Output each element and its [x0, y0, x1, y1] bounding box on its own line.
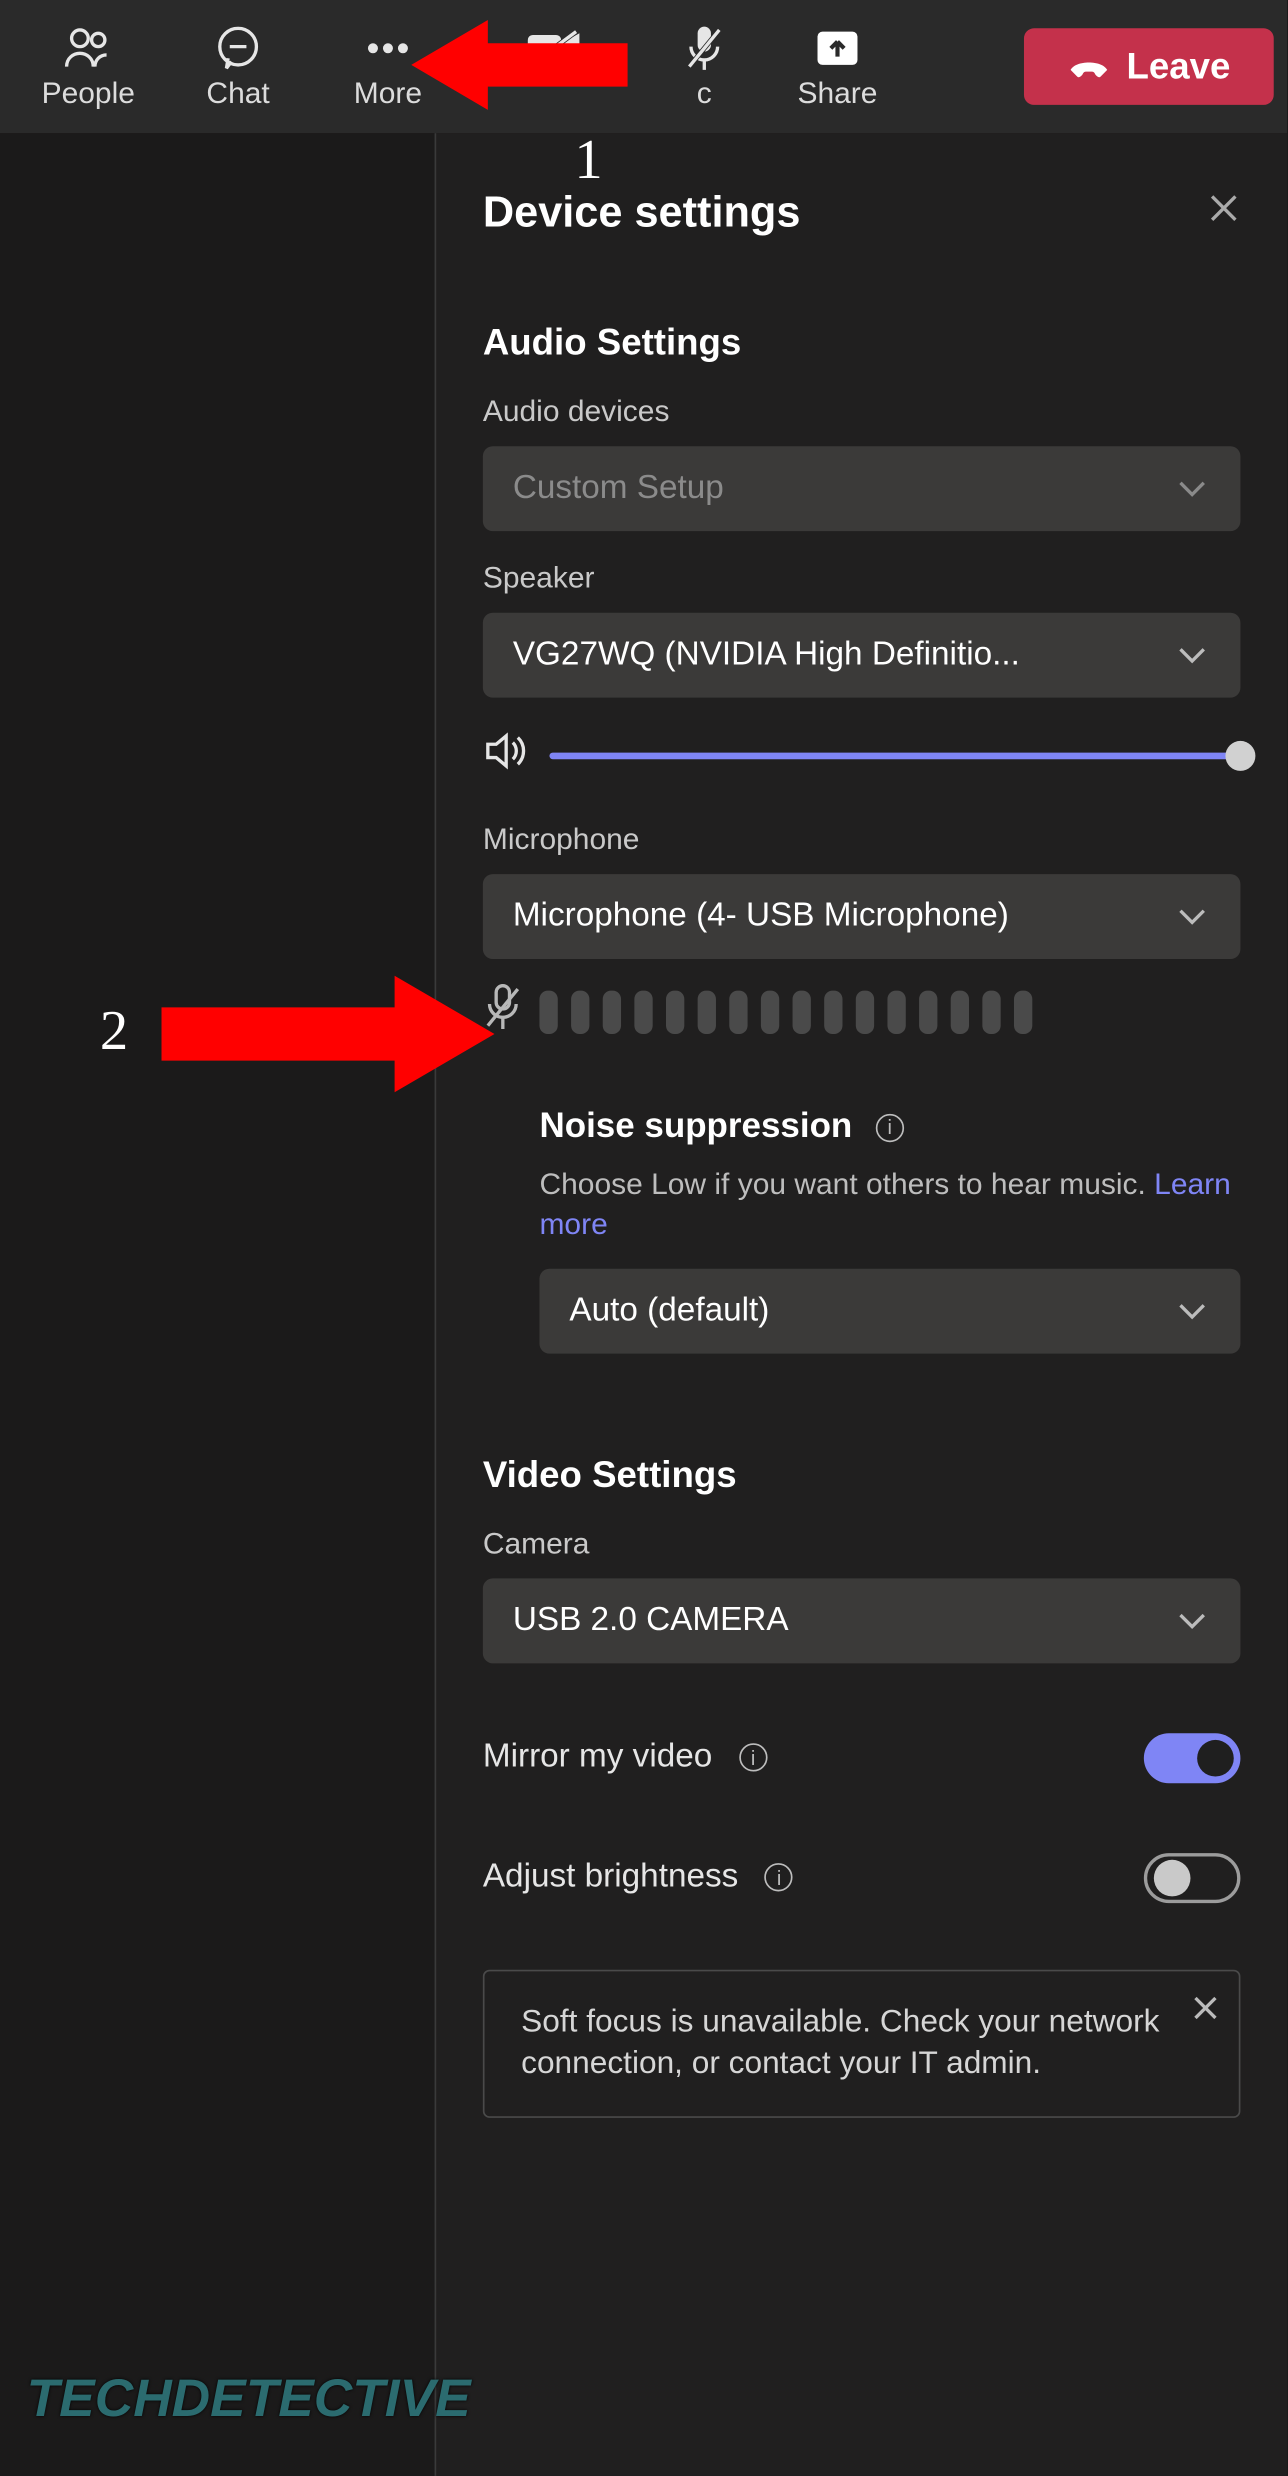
annotation-label-1: 1	[574, 130, 602, 193]
microphone-value: Microphone (4- USB Microphone)	[513, 897, 1009, 935]
people-icon	[63, 22, 113, 72]
share-label: Share	[797, 76, 877, 111]
meeting-top-toolbar: People Chat More	[0, 0, 1287, 133]
close-panel-button[interactable]	[1207, 191, 1240, 234]
camera-dropdown[interactable]: USB 2.0 CAMERA	[483, 1578, 1241, 1663]
mic-off-icon	[686, 22, 723, 72]
share-icon	[814, 22, 861, 72]
adjust-brightness-label: Adjust brightness	[483, 1858, 738, 1896]
leave-button[interactable]: Leave	[1023, 28, 1273, 105]
microphone-label: Microphone	[483, 823, 1241, 858]
watermark: TECHDETECTIVE	[27, 2368, 471, 2430]
mic-toggle-button[interactable]: c	[646, 22, 763, 110]
chevron-down-icon	[1177, 1601, 1210, 1639]
chevron-down-icon	[1177, 897, 1210, 935]
annotation-label-2: 2	[100, 1001, 128, 1064]
annotation-arrow-2	[162, 971, 495, 1098]
noise-suppression-title: Noise suppression	[539, 1107, 852, 1147]
audio-devices-dropdown[interactable]: Custom Setup	[483, 446, 1241, 531]
chat-button[interactable]: Chat	[163, 22, 313, 110]
camera-value: USB 2.0 CAMERA	[513, 1601, 789, 1639]
audio-section-title: Audio Settings	[483, 321, 1241, 364]
speaker-label: Speaker	[483, 561, 1241, 596]
more-icon	[365, 22, 412, 72]
microphone-dropdown[interactable]: Microphone (4- USB Microphone)	[483, 874, 1241, 959]
video-section-title: Video Settings	[483, 1453, 1241, 1496]
noise-suppression-value: Auto (default)	[569, 1291, 769, 1329]
leave-label: Leave	[1127, 45, 1231, 88]
chat-icon	[215, 22, 262, 72]
chevron-down-icon	[1177, 1291, 1210, 1329]
mic-level-meter	[539, 990, 1032, 1033]
annotation-arrow-1	[411, 13, 627, 116]
slider-thumb[interactable]	[1225, 740, 1255, 770]
chevron-down-icon	[1177, 470, 1210, 508]
audio-devices-value: Custom Setup	[513, 470, 724, 508]
mirror-video-label: Mirror my video	[483, 1738, 712, 1776]
chat-label: Chat	[206, 76, 269, 111]
noise-suppression-desc: Choose Low if you want others to hear mu…	[539, 1164, 1240, 1245]
device-settings-panel: Device settings Audio Settings Audio dev…	[435, 133, 1287, 2476]
speaker-value: VG27WQ (NVIDIA High Definitio...	[513, 636, 1020, 674]
mic-label-fragment: c	[697, 76, 712, 111]
hangup-icon	[1067, 53, 1110, 80]
speaker-dropdown[interactable]: VG27WQ (NVIDIA High Definitio...	[483, 613, 1241, 698]
speaker-volume-slider[interactable]	[549, 752, 1240, 759]
people-label: People	[42, 76, 135, 111]
speaker-volume-icon	[483, 731, 526, 779]
panel-title: Device settings	[483, 186, 801, 238]
camera-label: Camera	[483, 1526, 1241, 1561]
mirror-video-toggle[interactable]	[1144, 1733, 1241, 1783]
info-icon[interactable]: i	[739, 1743, 767, 1771]
soft-focus-alert: Soft focus is unavailable. Check your ne…	[483, 1969, 1241, 2118]
info-icon[interactable]: i	[876, 1113, 904, 1141]
audio-devices-label: Audio devices	[483, 395, 1241, 430]
share-button[interactable]: Share	[763, 22, 913, 110]
people-button[interactable]: People	[13, 22, 163, 110]
chevron-down-icon	[1177, 636, 1210, 674]
left-empty-area	[0, 133, 435, 2476]
dismiss-alert-button[interactable]	[1192, 1991, 1219, 2031]
info-icon[interactable]: i	[765, 1863, 793, 1891]
adjust-brightness-toggle[interactable]	[1144, 1852, 1241, 1902]
noise-suppression-dropdown[interactable]: Auto (default)	[539, 1268, 1240, 1353]
